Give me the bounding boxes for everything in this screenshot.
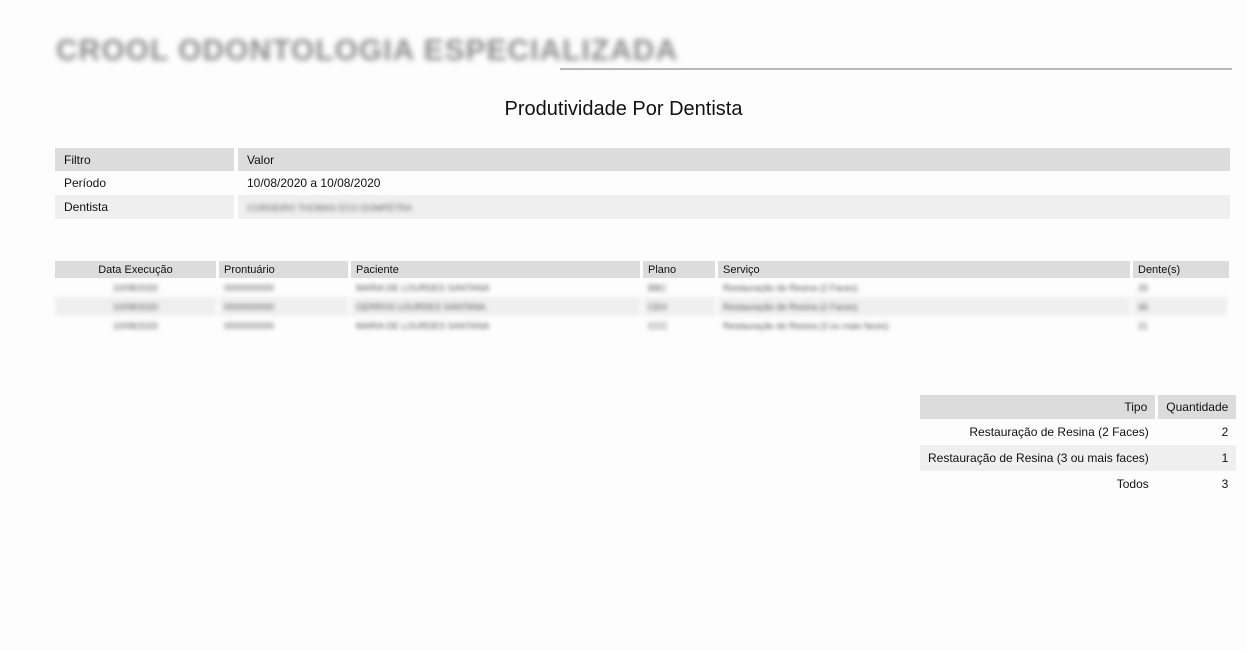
filters-header-valor: Valor [236,148,1230,171]
filter-label: Dentista [55,195,238,219]
summary-row: Restauração de Resina (2 Faces) 2 [920,419,1236,445]
cell-data: 10/08/2020 [112,282,159,293]
cell-paciente: GERROS LOURDES SANTANA [349,297,642,316]
execution-table: Data Execução Prontuário Paciente Plano … [55,261,1230,335]
cell-servico: Restauração de Resina (3 ou mais faces) [723,320,889,331]
summary-table: Tipo Quantidade Restauração de Resina (2… [920,395,1237,497]
filters-row-periodo: Período 10/08/2020 a 10/08/2020 [55,171,1230,195]
summary-header-row: Tipo Quantidade [920,395,1237,419]
clinic-name: CROOL ODONTOLOGIA ESPECIALIZADA [56,34,679,67]
cell-prontuario: 0000000000 [224,282,275,293]
cell-dentes: 26 [1138,282,1149,293]
filters-header-filtro: Filtro [55,148,238,171]
cell-dentes: 46 [1131,297,1229,316]
table-row: 10/08/2020 0000000000 GERROS LOURDES SAN… [55,297,1229,316]
filters-header-row: Filtro Valor [55,148,1230,171]
cell-data: 10/08/2020 [112,320,159,331]
cell-servico: Restauração de Resina (2 Faces) [723,282,858,293]
summary-tipo-total: Todos [1116,477,1149,491]
cell-plano: CCC [648,320,668,331]
col-servico: Serviço [716,261,1133,278]
summary-tipo: Restauração de Resina (2 Faces) [969,425,1149,439]
filters-row-dentista: Dentista CORDEIRO THOMAS ECO DOMPÉTRA [55,195,1230,219]
col-plano: Plano [641,261,718,278]
col-paciente: Paciente [349,261,643,278]
header-divider [560,68,1232,70]
summary-quantidade-total: 3 [1221,477,1229,491]
report-title: Produtividade Por Dentista [504,98,743,120]
cell-prontuario: 0000000000 [217,297,350,316]
cell-plano: BBC [648,282,667,293]
cell-data: 10/08/2020 [55,297,218,316]
table-row: 10/08/2020 0000000000 MARIA DE LOURDES S… [55,278,1229,297]
col-dentes: Dente(s) [1131,261,1229,278]
col-prontuario: Prontuário [217,261,351,278]
summary-col-quantidade: Quantidade [1156,395,1237,419]
col-data-execucao: Data Execução [55,261,219,278]
summary-row: Restauração de Resina (3 ou mais faces) … [920,445,1237,471]
cell-plano: CEH [641,297,717,316]
cell-dentes: 21 [1138,320,1149,331]
summary-col-tipo: Tipo [920,395,1159,419]
filter-value: CORDEIRO THOMAS ECO DOMPÉTRA [236,195,1230,219]
filter-value: 10/08/2020 a 10/08/2020 [247,176,381,190]
cell-servico: Restauração de Resina (2 Faces) [716,297,1132,316]
summary-quantidade: 1 [1156,445,1237,471]
cell-paciente: MARIA DE LOURDES SANTANA [356,282,490,293]
filter-value-redacted: CORDEIRO THOMAS ECO DOMPÉTRA [247,203,412,213]
summary-quantidade: 2 [1221,425,1229,439]
cell-paciente: MARIA DE LOURDES SANTANA [356,320,490,331]
cell-prontuario: 0000000000 [224,320,275,331]
summary-total-row: Todos 3 [920,471,1236,497]
execution-header-row: Data Execução Prontuário Paciente Plano … [55,261,1229,278]
summary-tipo: Restauração de Resina (3 ou mais faces) [920,445,1157,471]
table-row: 10/08/2020 0000000000 MARIA DE LOURDES S… [55,316,1229,335]
filter-label: Período [55,171,238,195]
filters-table: Filtro Valor Período 10/08/2020 a 10/08/… [55,148,1230,219]
